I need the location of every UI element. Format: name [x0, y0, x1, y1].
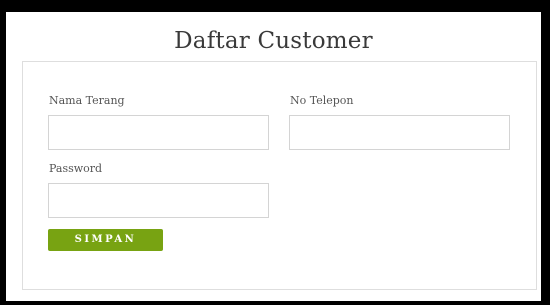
page-title: Daftar Customer — [174, 28, 373, 54]
name-input[interactable] — [48, 115, 269, 150]
password-label: Password — [49, 162, 103, 175]
phone-label: No Telepon — [290, 94, 354, 107]
password-input[interactable] — [48, 183, 269, 218]
name-label: Nama Terang — [49, 94, 125, 107]
save-button[interactable]: SIMPAN — [48, 229, 163, 251]
phone-input[interactable] — [289, 115, 510, 150]
